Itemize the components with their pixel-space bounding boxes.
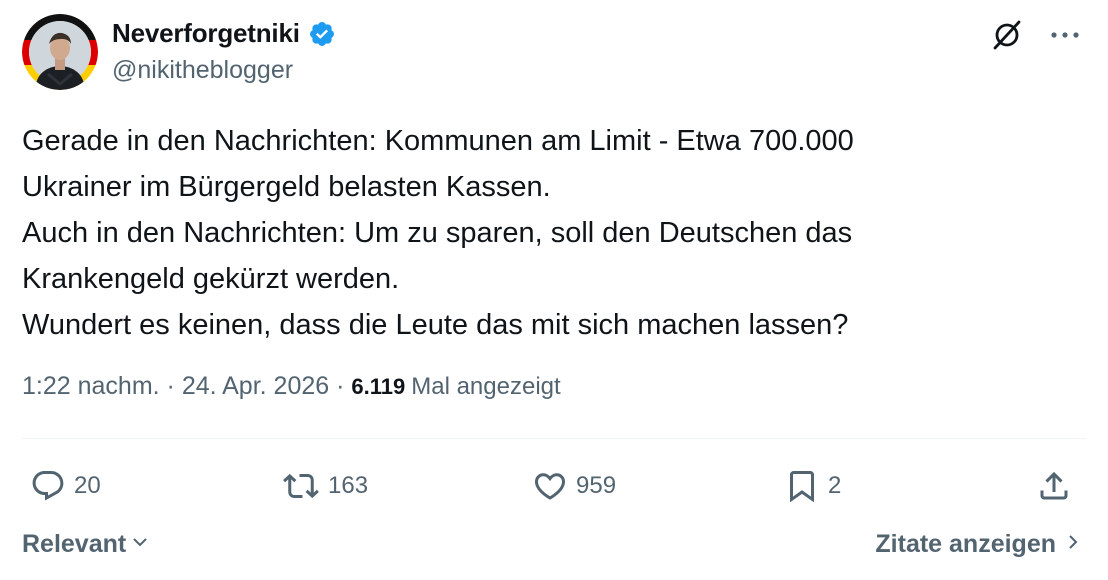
like-button[interactable]: 959	[532, 468, 616, 504]
like-count: 959	[576, 472, 617, 499]
top-actions	[988, 16, 1084, 54]
tweet-card: Neverforgetniki @nikitheblogger Gerade i…	[0, 0, 1108, 580]
tweet-line: Wundert es keinen, dass die Leute das mi…	[22, 309, 849, 341]
views-count[interactable]: 6.119	[351, 374, 405, 400]
repost-button[interactable]: 163	[282, 468, 368, 504]
verified-badge-icon	[308, 20, 336, 48]
tweet-line: Ukrainer im Bürgergeld belasten Kassen.	[22, 171, 551, 203]
tweet-meta: 1:22 nachm. · 24. Apr. 2026 · 6.119 Mal …	[22, 372, 561, 401]
meta-separator: ·	[159, 372, 182, 400]
share-icon	[1036, 468, 1072, 504]
bookmark-button[interactable]: 2	[784, 468, 841, 504]
repost-count: 163	[328, 472, 369, 499]
tweet-date[interactable]: 24. Apr. 2026	[182, 372, 329, 401]
tweet-line: Krankengeld gekürzt werden.	[22, 263, 400, 295]
tweet-time[interactable]: 1:22 nachm.	[22, 372, 160, 401]
grok-icon[interactable]	[988, 16, 1026, 54]
user-handle[interactable]: @nikitheblogger	[112, 56, 293, 85]
view-quotes-label: Zitate anzeigen	[875, 530, 1056, 558]
action-bar: 20 163 959 2	[0, 462, 1108, 512]
views-label: Mal angezeigt	[411, 373, 561, 400]
reply-button[interactable]: 20	[30, 468, 101, 504]
chevron-right-icon	[1066, 530, 1080, 559]
tweet-text: Gerade in den Nachrichten: Kommunen am L…	[22, 118, 1082, 348]
like-icon	[532, 468, 568, 504]
divider	[22, 438, 1086, 439]
bookmark-icon	[784, 468, 820, 504]
author-name-row[interactable]: Neverforgetniki	[112, 18, 336, 49]
sort-label: Relevant	[22, 530, 127, 558]
meta-separator: ·	[329, 372, 352, 400]
more-icon[interactable]	[1046, 16, 1084, 54]
reply-count: 20	[74, 472, 101, 499]
tweet-line: Auch in den Nachrichten: Um zu sparen, s…	[22, 217, 853, 249]
sort-dropdown[interactable]: Relevant	[22, 530, 150, 559]
chevron-down-icon	[130, 530, 150, 559]
bookmark-count: 2	[828, 472, 842, 499]
reply-icon	[30, 468, 66, 504]
share-button[interactable]	[1036, 468, 1072, 504]
repost-icon	[282, 468, 320, 504]
view-quotes-link[interactable]: Zitate anzeigen	[875, 530, 1080, 559]
display-name[interactable]: Neverforgetniki	[112, 18, 300, 49]
tweet-line: Gerade in den Nachrichten: Kommunen am L…	[22, 125, 854, 157]
avatar[interactable]	[22, 14, 98, 90]
